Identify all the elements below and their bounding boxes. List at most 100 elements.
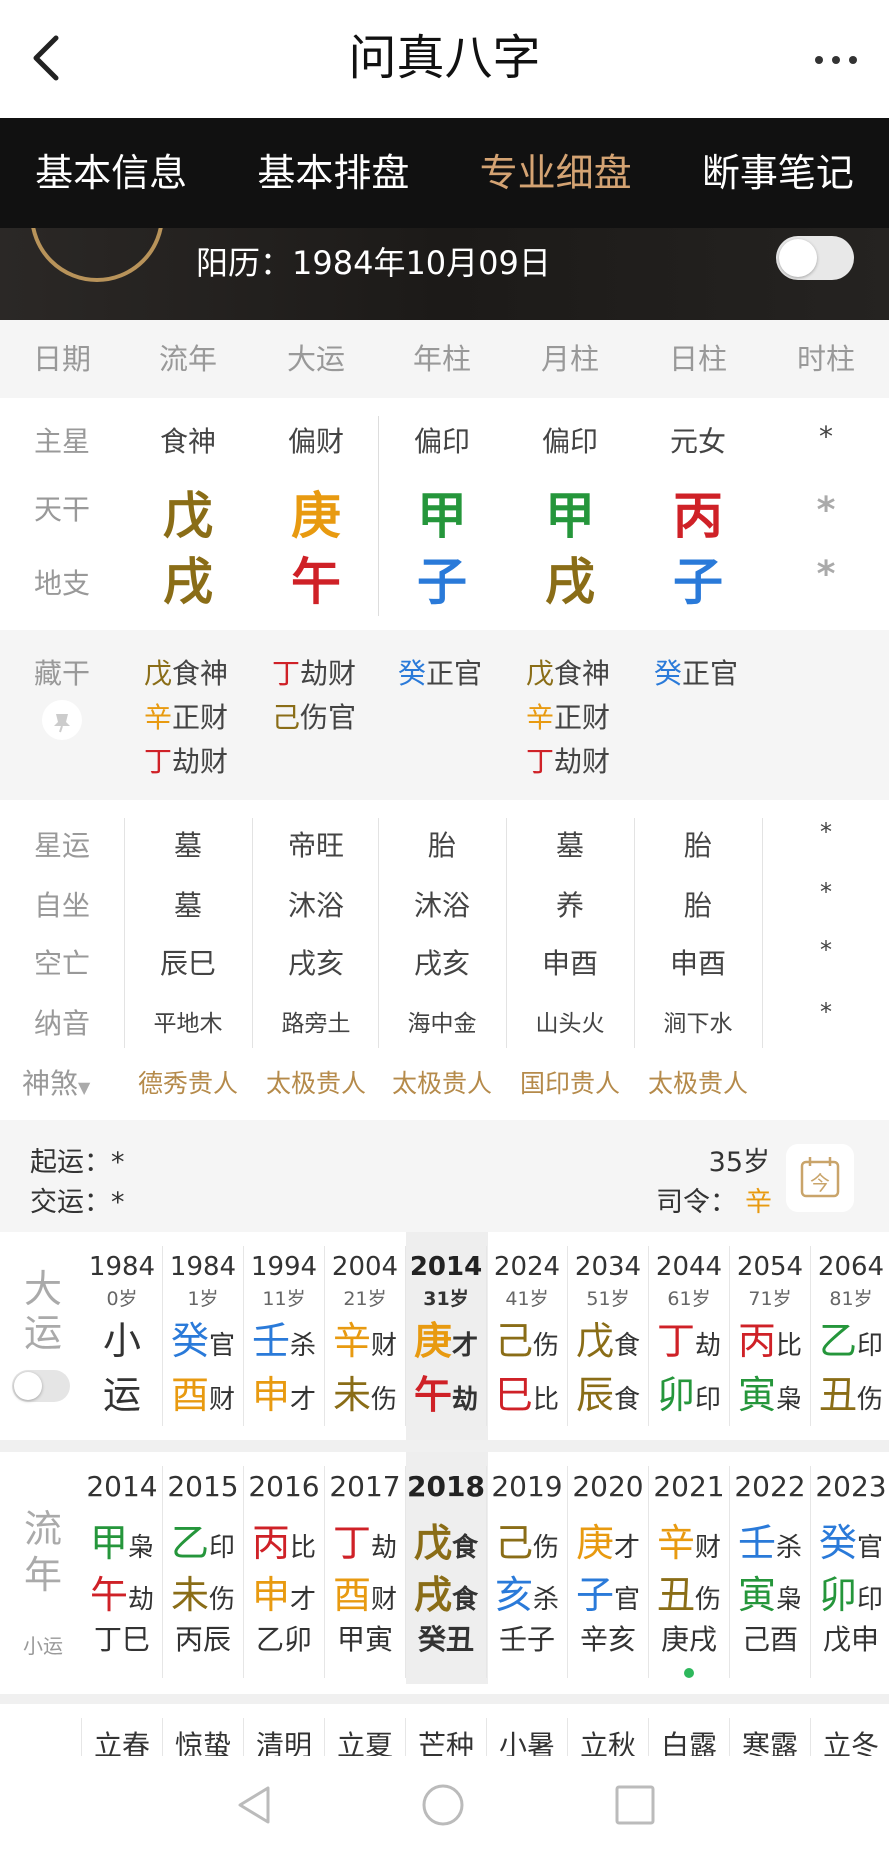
liunian-year[interactable]: 2016 (244, 1470, 324, 1503)
dayun-bottom[interactable]: 丑伤 (811, 1364, 889, 1419)
jieqi-cell[interactable]: 小暑 (487, 1724, 567, 1756)
liunian-top[interactable]: 壬杀 (730, 1512, 810, 1567)
pin-icon[interactable] (42, 700, 82, 740)
liunian-year[interactable]: 2023 (811, 1470, 889, 1503)
liunian-year[interactable]: 2014 (82, 1470, 162, 1503)
liunian-bottom[interactable]: 亥杀 (487, 1564, 567, 1619)
dayun-top[interactable]: 小 (82, 1310, 162, 1365)
liunian-year[interactable]: 2018 (406, 1470, 486, 1503)
liunian-bottom[interactable]: 午劫 (82, 1564, 162, 1619)
dayun-top[interactable]: 丙比 (730, 1310, 810, 1365)
dayun-bottom[interactable]: 卯印 (649, 1364, 729, 1419)
liunian-bottom[interactable]: 酉财 (325, 1564, 405, 1619)
liunian-top[interactable]: 庚才 (568, 1512, 648, 1567)
dayun-age: 11岁 (262, 1288, 306, 1310)
dayun-bottom[interactable]: 午劫 (406, 1364, 486, 1419)
liunian-year[interactable]: 2022 (730, 1470, 810, 1503)
jieqi-cell[interactable]: 清明 (244, 1724, 324, 1756)
liunian-bottom[interactable]: 寅枭 (730, 1564, 810, 1619)
liunian-stem: 甲 (89, 1521, 128, 1565)
dayun-bottom[interactable]: 巳比 (487, 1364, 567, 1419)
liunian-year[interactable]: 2021 (649, 1470, 729, 1503)
tab-basic-chart[interactable]: 基本排盘 (222, 118, 444, 228)
tab-basic-info[interactable]: 基本信息 (0, 118, 222, 228)
liunian-bottom[interactable]: 丑伤 (649, 1564, 729, 1619)
divider (378, 818, 379, 1048)
jieqi-cell[interactable]: 芒种 (406, 1724, 486, 1756)
dayun-year[interactable]: 2034 (568, 1252, 648, 1282)
dayun-stem: 癸 (170, 1319, 209, 1363)
jieqi-cell[interactable]: 惊蛰 (163, 1724, 243, 1756)
dayun-bottom[interactable]: 酉财 (163, 1364, 243, 1419)
dayun-top[interactable]: 丁劫 (649, 1310, 729, 1365)
liunian-bottom[interactable]: 子官 (568, 1564, 648, 1619)
tab-pro-detail[interactable]: 专业细盘 (445, 118, 667, 228)
shensha-dropdown[interactable]: 神煞▼ (22, 1062, 112, 1102)
shensha-cell[interactable]: 德秀贵人 (130, 1064, 246, 1100)
label-xingyun: 星运 (33, 829, 90, 862)
jieqi-cell[interactable]: 立秋 (568, 1724, 648, 1756)
shensha-cell[interactable]: 太极贵人 (640, 1064, 756, 1100)
jieqi-cell[interactable]: 立夏 (325, 1724, 405, 1756)
nav-recents-icon[interactable] (612, 1782, 658, 1832)
liunian-bottom[interactable]: 卯印 (811, 1564, 889, 1619)
liunian-year[interactable]: 2017 (325, 1470, 405, 1503)
dayun-top[interactable]: 乙印 (811, 1310, 889, 1365)
liunian-top[interactable]: 丁劫 (325, 1512, 405, 1567)
nav-home-icon[interactable] (420, 1782, 466, 1832)
dayun-branch-shishen: 印 (695, 1385, 722, 1415)
current-age: 35岁 (708, 1147, 770, 1178)
jieqi-cell[interactable]: 白露 (649, 1724, 729, 1756)
dayun-toggle[interactable] (12, 1370, 70, 1402)
dayun-top[interactable]: 辛财 (325, 1310, 405, 1365)
liunian-top[interactable]: 甲枭 (82, 1512, 162, 1567)
banner-toggle[interactable] (776, 236, 854, 280)
dayun-year[interactable]: 2054 (730, 1252, 810, 1282)
dayun-bottom[interactable]: 未伤 (325, 1364, 405, 1419)
dayun-year[interactable]: 2024 (487, 1252, 567, 1282)
liunian-year[interactable]: 2015 (163, 1470, 243, 1503)
shensha-cell[interactable]: 太极贵人 (258, 1064, 374, 1100)
label-kongwang: 空亡 (33, 947, 90, 980)
dayun-top[interactable]: 戊食 (568, 1310, 648, 1365)
liunian-top[interactable]: 辛财 (649, 1512, 729, 1567)
liunian-year[interactable]: 2019 (487, 1470, 567, 1503)
dayun-top[interactable]: 癸官 (163, 1310, 243, 1365)
liunian-bottom[interactable]: 申才 (244, 1564, 324, 1619)
liunian-top[interactable]: 乙印 (163, 1512, 243, 1567)
liunian-top[interactable]: 丙比 (244, 1512, 324, 1567)
dayun-year[interactable]: 2014 (406, 1252, 486, 1282)
today-calendar-icon[interactable]: 今 (786, 1144, 854, 1212)
jieqi-cell[interactable]: 立冬 (811, 1724, 889, 1756)
dayun-bottom[interactable]: 寅枭 (730, 1364, 810, 1419)
dayun-year[interactable]: 1984 (163, 1252, 243, 1282)
dayun-top[interactable]: 庚才 (406, 1310, 486, 1365)
dayun-year[interactable]: 1994 (244, 1252, 324, 1282)
divider (762, 818, 763, 1048)
canggan-item: 戊食神 (144, 652, 228, 692)
liunian-stem-shishen: 伤 (533, 1533, 560, 1563)
liunian-bottom[interactable]: 戌食 (406, 1564, 486, 1619)
dayun-top[interactable]: 壬杀 (244, 1310, 324, 1365)
liunian-top[interactable]: 戊食 (406, 1512, 486, 1567)
dayun-bottom[interactable]: 运 (82, 1364, 162, 1419)
more-icon[interactable] (811, 40, 861, 80)
liunian-year[interactable]: 2020 (568, 1470, 648, 1503)
dayun-bottom[interactable]: 申才 (244, 1364, 324, 1419)
liunian-top[interactable]: 癸官 (811, 1512, 889, 1567)
shensha-cell[interactable]: 国印贵人 (512, 1064, 628, 1100)
dayun-year[interactable]: 2044 (649, 1252, 729, 1282)
shensha-cell[interactable]: 太极贵人 (384, 1064, 500, 1100)
dayun-year[interactable]: 2064 (811, 1252, 889, 1282)
tab-notes[interactable]: 断事笔记 (667, 118, 889, 228)
liunian-bottom[interactable]: 未伤 (163, 1564, 243, 1619)
liunian-top[interactable]: 己伤 (487, 1512, 567, 1567)
dayun-bottom[interactable]: 辰食 (568, 1364, 648, 1419)
nav-back-icon[interactable] (232, 1782, 278, 1832)
dayun-year[interactable]: 2004 (325, 1252, 405, 1282)
dayun-year[interactable]: 1984 (82, 1252, 162, 1282)
qiyun-text: 起运：* (30, 1147, 125, 1178)
jieqi-cell[interactable]: 立春 (82, 1724, 162, 1756)
jieqi-cell[interactable]: 寒露 (730, 1724, 810, 1756)
dayun-top[interactable]: 己伤 (487, 1310, 567, 1365)
